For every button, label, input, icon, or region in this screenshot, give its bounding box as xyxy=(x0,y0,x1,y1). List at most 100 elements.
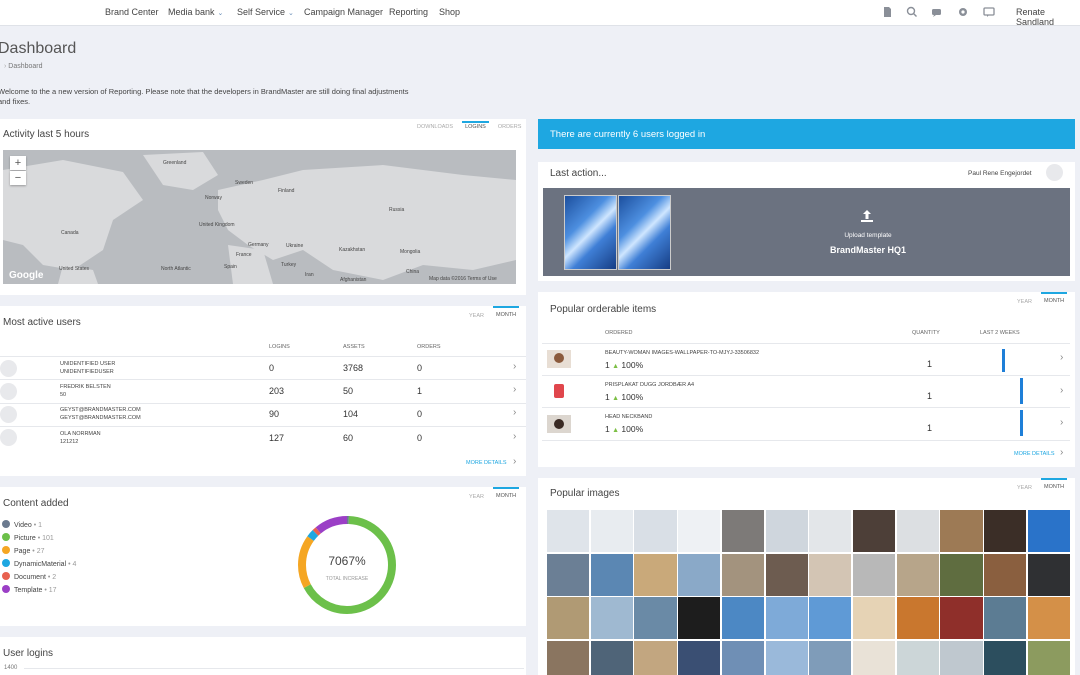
nav-brand-center[interactable]: Brand Center xyxy=(105,7,159,17)
image-tile[interactable] xyxy=(940,510,983,552)
image-tile[interactable] xyxy=(721,510,765,552)
zoom-out-button[interactable]: − xyxy=(10,171,26,185)
image-tile[interactable] xyxy=(634,553,677,596)
chevron-right-icon[interactable]: › xyxy=(513,384,516,395)
image-tile[interactable] xyxy=(765,640,808,675)
image-tile[interactable] xyxy=(852,510,896,552)
zoom-in-button[interactable]: + xyxy=(10,156,26,170)
image-tile[interactable] xyxy=(678,597,721,639)
chevron-right-icon[interactable]: › xyxy=(513,431,516,442)
tab-year[interactable]: YEAR xyxy=(1014,484,1035,492)
gear-icon[interactable] xyxy=(956,5,970,19)
image-tile[interactable] xyxy=(984,640,1027,675)
chevron-right-icon[interactable]: › xyxy=(513,456,516,467)
chevron-right-icon[interactable]: › xyxy=(1060,417,1063,428)
image-tile[interactable] xyxy=(634,597,677,639)
legend-dot-icon xyxy=(2,585,10,593)
image-tile[interactable] xyxy=(721,640,765,675)
image-tile[interactable] xyxy=(852,597,896,639)
legend-item: Picture • 101 xyxy=(2,533,54,542)
chevron-right-icon[interactable]: › xyxy=(1060,352,1063,363)
image-tile[interactable] xyxy=(590,553,633,596)
chevron-right-icon[interactable]: › xyxy=(1060,385,1063,396)
chevron-right-icon[interactable]: › xyxy=(513,361,516,372)
image-tile[interactable] xyxy=(721,553,765,596)
image-tile[interactable] xyxy=(940,553,983,596)
image-tile[interactable] xyxy=(852,553,896,596)
tab-month[interactable]: MONTH xyxy=(1040,292,1068,306)
nav-self-service[interactable]: Self Service ⌄ xyxy=(237,7,294,17)
map-label: Ukraine xyxy=(286,243,304,249)
last-action-panel[interactable]: Upload template BrandMaster HQ1 xyxy=(543,188,1070,276)
image-tile[interactable] xyxy=(590,510,633,552)
image-tile[interactable] xyxy=(896,510,939,552)
image-tile[interactable] xyxy=(809,553,852,596)
divider xyxy=(542,440,1070,441)
document-icon[interactable] xyxy=(880,5,894,19)
comment-icon[interactable] xyxy=(982,5,996,19)
image-tile[interactable] xyxy=(678,553,721,596)
nav-media-bank[interactable]: Media bank ⌄ xyxy=(168,7,223,17)
image-tile[interactable] xyxy=(634,640,677,675)
chevron-right-icon[interactable]: › xyxy=(513,407,516,418)
image-tile[interactable] xyxy=(765,597,808,639)
tab-month[interactable]: MONTH xyxy=(492,306,520,320)
image-tile[interactable] xyxy=(634,510,677,552)
image-tile[interactable] xyxy=(590,597,633,639)
more-details-link[interactable]: MORE DETAILS xyxy=(1014,451,1055,457)
tab-downloads[interactable]: DOWNLOADS xyxy=(414,123,456,131)
image-tile[interactable] xyxy=(809,640,852,675)
legend-item: Template • 17 xyxy=(2,585,57,594)
image-tile[interactable] xyxy=(590,640,633,675)
image-tile[interactable] xyxy=(984,553,1027,596)
column-last-2-weeks: LAST 2 WEEKS xyxy=(980,330,1020,336)
image-tile[interactable] xyxy=(809,510,852,552)
world-map[interactable]: Greenland Sweden Canada Norway Finland U… xyxy=(3,150,516,284)
image-tile[interactable] xyxy=(1027,597,1070,639)
chat-icon[interactable] xyxy=(930,5,944,19)
breadcrumb-item[interactable]: Dashboard xyxy=(8,63,42,70)
image-tile[interactable] xyxy=(547,640,590,675)
tab-logins[interactable]: LOGINS xyxy=(462,121,489,131)
image-tile[interactable] xyxy=(984,510,1027,552)
tab-year[interactable]: YEAR xyxy=(466,312,487,320)
image-tile[interactable] xyxy=(940,640,983,675)
image-tile[interactable] xyxy=(721,597,765,639)
nav-campaign-manager[interactable]: Campaign Manager xyxy=(304,7,383,17)
tab-month[interactable]: MONTH xyxy=(492,487,520,501)
image-tile[interactable] xyxy=(765,510,808,552)
legend-count: • 2 xyxy=(45,574,57,581)
image-tile[interactable] xyxy=(765,553,808,596)
tab-month[interactable]: MONTH xyxy=(1040,478,1068,492)
image-tile[interactable] xyxy=(547,597,590,639)
user-name: OLA NORRMAN xyxy=(60,431,101,437)
map-label: North Atlantic xyxy=(161,266,191,272)
tab-year[interactable]: YEAR xyxy=(466,493,487,501)
search-icon[interactable] xyxy=(905,5,919,19)
image-tile[interactable] xyxy=(809,597,852,639)
last-action-user[interactable]: Paul Rene Engejordet xyxy=(968,170,1032,177)
divider xyxy=(542,407,1070,408)
image-tile[interactable] xyxy=(940,597,983,639)
image-tile[interactable] xyxy=(852,640,896,675)
image-tile[interactable] xyxy=(1027,640,1070,675)
legend-label: Page xyxy=(14,548,31,555)
assets-value: 50 xyxy=(343,386,354,396)
tab-orders[interactable]: ORDERS xyxy=(495,123,525,131)
image-tile[interactable] xyxy=(896,640,939,675)
image-tile[interactable] xyxy=(547,553,590,596)
nav-shop[interactable]: Shop xyxy=(439,7,460,17)
more-details-link[interactable]: MORE DETAILS xyxy=(466,460,507,466)
image-tile[interactable] xyxy=(1027,510,1070,552)
chevron-right-icon[interactable]: › xyxy=(1060,447,1063,458)
image-tile[interactable] xyxy=(984,597,1027,639)
image-tile[interactable] xyxy=(547,510,590,552)
user-menu[interactable]: Renate Sandland xyxy=(1016,7,1080,27)
image-tile[interactable] xyxy=(1027,553,1070,596)
image-tile[interactable] xyxy=(678,640,721,675)
tab-year[interactable]: YEAR xyxy=(1014,298,1035,306)
image-tile[interactable] xyxy=(896,553,939,596)
nav-reporting[interactable]: Reporting xyxy=(389,7,428,17)
image-tile[interactable] xyxy=(678,510,721,552)
image-tile[interactable] xyxy=(896,597,939,639)
